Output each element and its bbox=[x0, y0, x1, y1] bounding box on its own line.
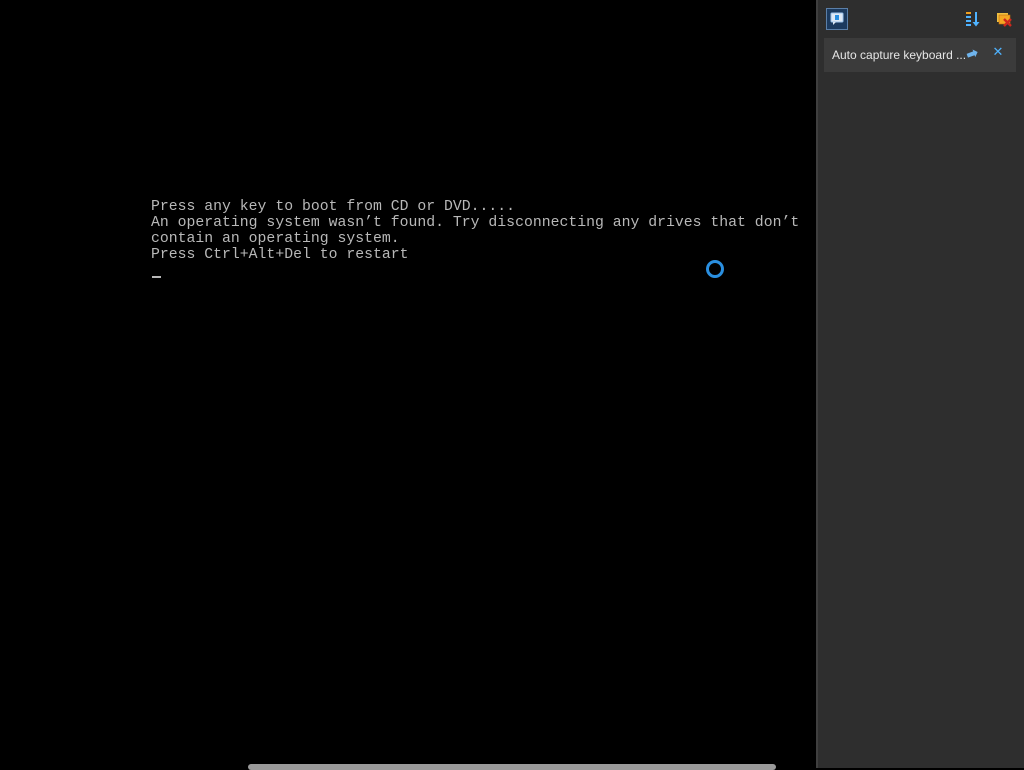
bottom-drag-handle[interactable] bbox=[248, 764, 776, 770]
chat-bubble-button[interactable] bbox=[826, 8, 848, 30]
console-line: Press any key to boot from CD or DVD....… bbox=[151, 199, 516, 215]
pin-icon bbox=[966, 49, 978, 58]
text-cursor bbox=[152, 276, 161, 278]
console-line: contain an operating system. bbox=[151, 231, 400, 247]
chat-bubble-icon bbox=[830, 12, 844, 25]
console-line: Press Ctrl+Alt+Del to restart bbox=[151, 247, 409, 263]
close-all-button[interactable] bbox=[993, 8, 1015, 30]
sort-button[interactable] bbox=[962, 8, 984, 30]
console-line: An operating system wasn’t found. Try di… bbox=[151, 215, 800, 231]
notification-item[interactable]: Auto capture keyboard ... ✕ bbox=[824, 38, 1016, 72]
pin-button[interactable] bbox=[964, 46, 980, 62]
loading-ring-icon bbox=[706, 260, 724, 278]
notification-panel: Auto capture keyboard ... ✕ bbox=[816, 0, 1024, 768]
close-icon[interactable]: ✕ bbox=[990, 45, 1006, 61]
close-all-icon bbox=[997, 13, 1012, 27]
vm-console-screen[interactable]: Press any key to boot from CD or DVD....… bbox=[0, 0, 816, 768]
notification-text: Auto capture keyboard ... bbox=[832, 48, 967, 62]
sort-icon bbox=[966, 12, 980, 27]
